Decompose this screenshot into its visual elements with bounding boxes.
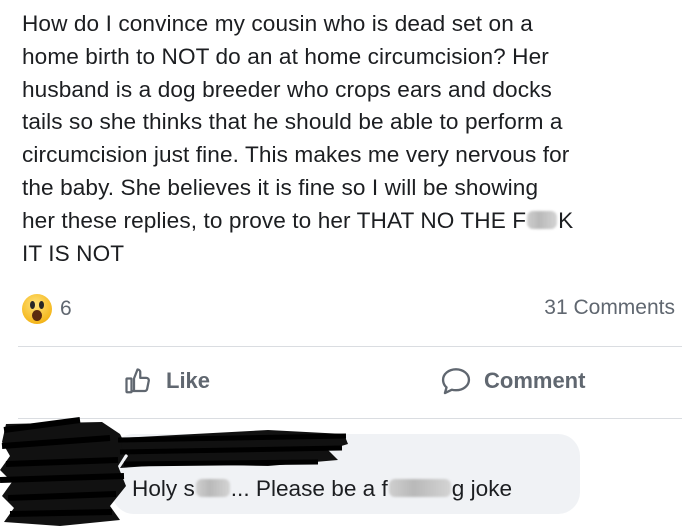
post-line: IT IS NOT xyxy=(22,240,125,266)
comment-bubble-icon xyxy=(441,368,471,395)
divider xyxy=(18,346,682,347)
redacted-avatar xyxy=(0,417,128,526)
post-line: circumcision just fine. This makes me ve… xyxy=(22,142,570,168)
like-button[interactable]: Like xyxy=(124,366,210,396)
post-line: How do I convince my cousin who is dead … xyxy=(22,11,533,36)
post-line: tails so she thinks that he should be ab… xyxy=(22,109,563,135)
comments-count-link[interactable]: 31 Comments xyxy=(544,296,675,320)
comment-text-part: Holy s xyxy=(132,476,195,501)
comment-text: Holy s ... Please be a f g joke xyxy=(132,476,512,502)
reactions-summary[interactable]: 6 xyxy=(22,292,72,326)
post-text: How do I convince my cousin who is dead … xyxy=(22,8,682,270)
comment-button[interactable]: Comment xyxy=(440,366,585,396)
comment-text-part: ... Please be a f xyxy=(230,476,388,501)
censor-blur xyxy=(527,210,558,229)
post-line: husband is a dog breeder who crops ears … xyxy=(22,76,552,102)
like-label: Like xyxy=(166,368,211,393)
censor-blur xyxy=(195,479,230,497)
post-line: the baby. She believes it is fine so I w… xyxy=(22,174,539,200)
comment-text-part: g joke xyxy=(451,476,513,501)
comment-label: Comment xyxy=(484,368,586,393)
post-line-text: her these replies, to prove to her THAT … xyxy=(22,207,527,233)
redacted-commenter-name xyxy=(118,430,348,468)
wow-reaction-icon xyxy=(22,294,52,324)
post-line: home birth to NOT do an at home circumci… xyxy=(22,43,549,69)
post-line-end: K xyxy=(558,207,574,233)
censor-blur xyxy=(388,479,451,497)
post-line-censored: her these replies, to prove to her THAT … xyxy=(22,205,682,238)
action-bar: Like Comment xyxy=(0,352,700,416)
reaction-count: 6 xyxy=(60,297,72,320)
thumbs-up-icon xyxy=(125,368,150,394)
